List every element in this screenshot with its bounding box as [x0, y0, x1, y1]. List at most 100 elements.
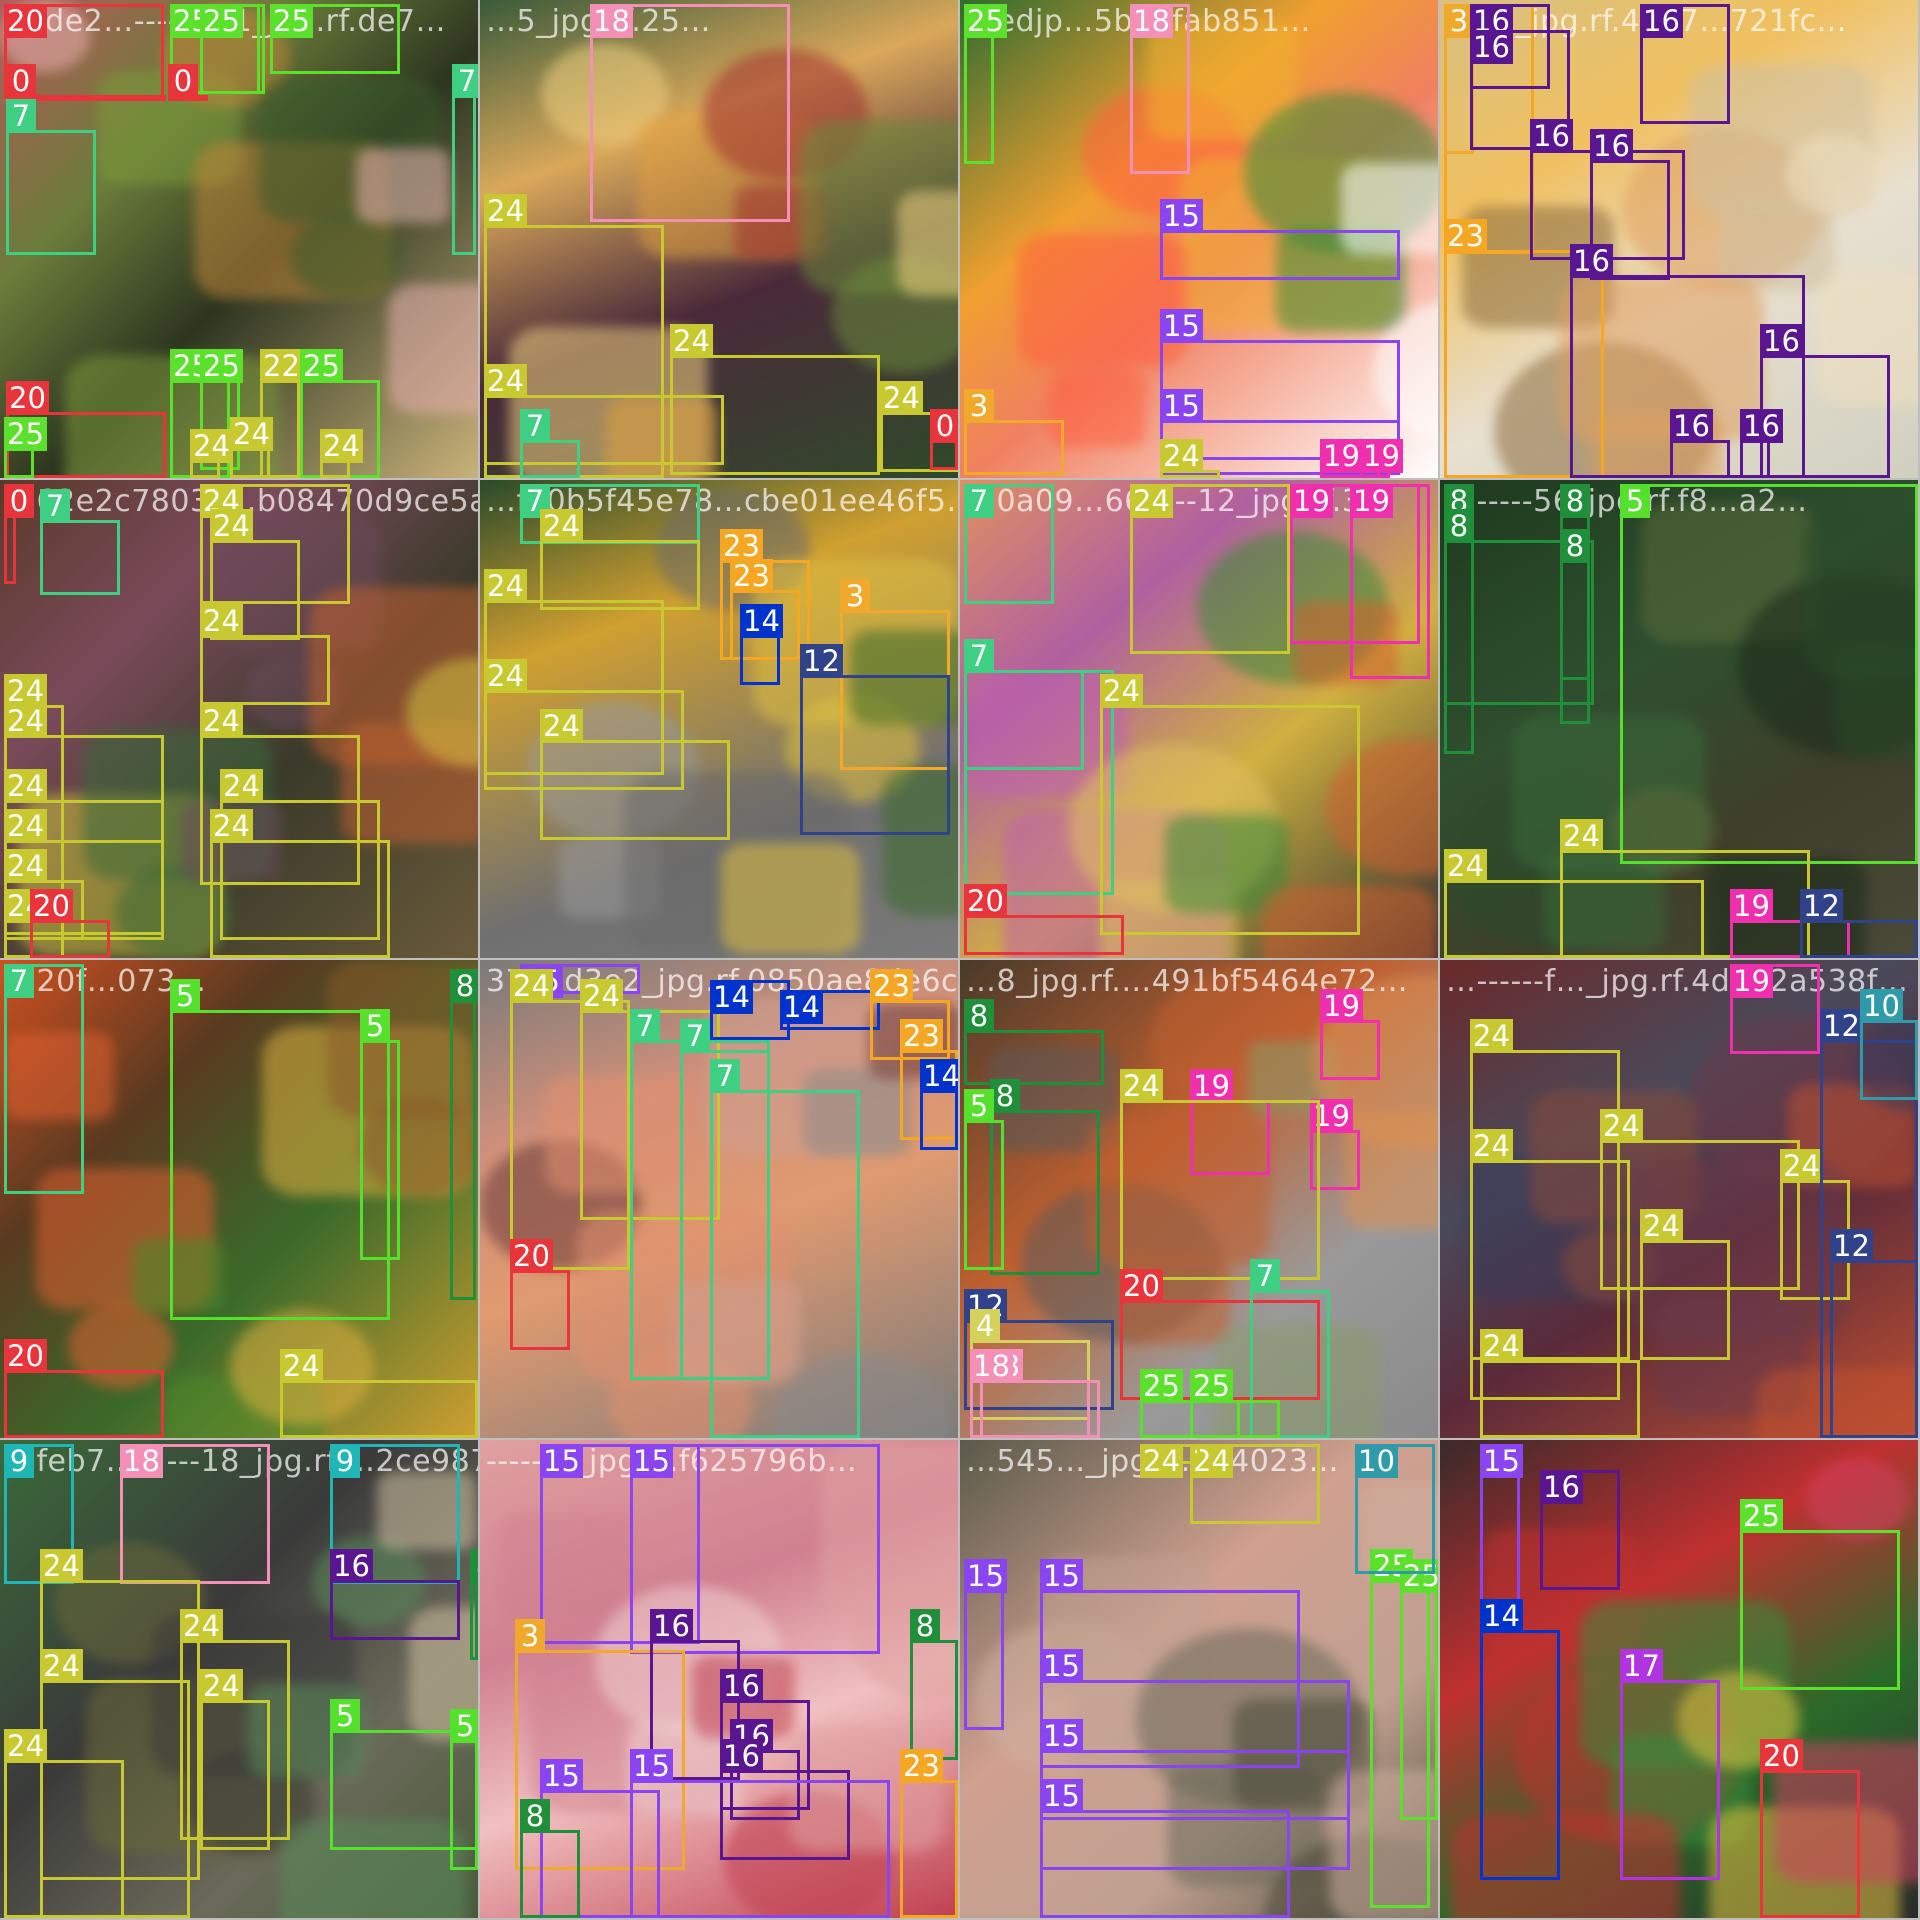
detection-class-label: 16: [1670, 409, 1713, 443]
detection-box: 7: [40, 489, 120, 595]
detection-box: 10: [1860, 989, 1918, 1100]
detection-box: 20: [30, 889, 110, 958]
detection-class-label: 15: [1040, 1779, 1083, 1813]
detection-class-label: 8: [910, 1609, 940, 1643]
detection-box: 16: [1540, 1470, 1620, 1590]
detection-box: 0: [930, 409, 958, 470]
detection-class-label: 5: [1620, 484, 1650, 518]
detection-class-label: 24: [200, 704, 243, 738]
detection-class-label: 24: [1470, 1019, 1513, 1053]
detection-class-label: 24: [1600, 1109, 1643, 1143]
detection-class-label: 8: [450, 969, 478, 1003]
detection-class-label: 15: [630, 1749, 673, 1783]
detection-class-label: 25: [4, 417, 47, 451]
detection-box: 25: [200, 4, 260, 94]
detection-class-label: 25: [200, 349, 243, 383]
mosaic-tile: …0a09…661---12_jpg.rf.3…7771924242019: [960, 480, 1438, 958]
detection-class-label: 8: [964, 999, 994, 1033]
detection-box: 8: [1560, 529, 1590, 680]
detection-class-label: 20: [510, 1239, 553, 1273]
photo-region: [1806, 1458, 1910, 1541]
detection-box: 24: [1130, 484, 1290, 654]
detection-class-label: 24: [510, 969, 553, 1003]
detection-class-label: 12: [1820, 1009, 1863, 1043]
detection-class-label: 25: [270, 4, 313, 38]
detection-box: 16: [1740, 409, 1783, 478]
detection-box: 20: [1760, 1739, 1860, 1918]
detection-class-label: 24: [40, 1649, 83, 1683]
detection-class-label: 15: [1160, 199, 1203, 233]
detection-class-label: 24: [1780, 1149, 1823, 1183]
detection-box: 7: [520, 409, 580, 478]
detection-class-label: 14: [740, 604, 783, 638]
mosaic-tile: …------f…_jpg.rf.4d022a538f… 24 24 24 24 24 24…: [1440, 960, 1918, 1438]
detection-box: 24: [1160, 439, 1220, 478]
detection-class-label: 3: [515, 1619, 545, 1653]
mosaic-tile: ------3_jpg.rf.f625796b…1515316161616151…: [480, 1440, 958, 1918]
tile-filename-caption: …------f…_jpg.rf.4d022a538f…: [1446, 964, 1909, 999]
detection-class-label: 20: [6, 381, 49, 415]
detection-class-label: 16: [650, 1609, 693, 1643]
detection-class-label: 16: [1530, 119, 1573, 153]
detection-class-label: 7: [6, 99, 36, 133]
detection-class-label: 12: [1800, 889, 1843, 923]
detection-box: 3: [964, 389, 1064, 475]
detection-box: 14: [1480, 1599, 1560, 1880]
detection-class-label: 15: [1040, 1649, 1083, 1683]
detection-class-label: 24: [4, 674, 47, 708]
detection-class-label: 7: [964, 484, 994, 518]
photo-region: [388, 284, 478, 414]
detection-box: 16: [1670, 409, 1730, 478]
photo-region: [1050, 370, 1146, 447]
detection-class-label: 25: [964, 4, 1007, 38]
detection-class-label: 15: [540, 1759, 583, 1793]
detection-class-label: 24: [180, 1609, 223, 1643]
detection-box: 15: [1160, 199, 1400, 280]
detection-class-label: 18: [970, 1349, 1013, 1383]
detection-class-label: 24: [230, 417, 273, 451]
detection-box: 24: [4, 1729, 124, 1918]
mosaic-tile: …8_jpg.rf.…491bf5464e72… 8 8 5 19 19 19 24 12 4 18…: [960, 960, 1438, 1438]
detection-class-label: 24: [210, 809, 253, 843]
detection-class-label: 14: [1480, 1599, 1523, 1633]
detection-class-label: 23: [870, 969, 913, 1003]
detection-class-label: 19: [1730, 889, 1773, 923]
detection-class-label: 5: [330, 1699, 360, 1733]
detection-class-label: 10: [1355, 1444, 1398, 1478]
detection-class-label: 8: [1560, 484, 1590, 518]
detection-class-label: 7: [1250, 1259, 1280, 1293]
detection-class-label: 7: [520, 409, 550, 443]
detection-box: 20: [964, 884, 1124, 955]
detection-class-label: 9: [4, 1444, 34, 1478]
photo-region: [356, 148, 450, 223]
mosaic-tile: 15 16 14 17 20 25: [1440, 1440, 1918, 1918]
detection-class-label: 15: [1040, 1719, 1083, 1753]
detection-class-label: 20: [4, 4, 47, 38]
detection-class-label: 25: [1140, 1369, 1183, 1403]
photo-region: [1785, 135, 1884, 214]
detection-class-label: 12: [1830, 1229, 1873, 1263]
detection-class-label: 24: [220, 769, 263, 803]
detection-class-label: 4: [970, 1309, 1000, 1343]
detection-class-label: 24: [1560, 819, 1603, 853]
detection-class-label: 15: [964, 1559, 1007, 1593]
detection-class-label: 24: [1160, 439, 1203, 473]
detection-class-label: 16: [1760, 324, 1803, 358]
detection-box: 24: [1140, 1444, 1200, 1478]
detection-class-label: 5: [964, 1089, 994, 1123]
detection-box: 8: [470, 1549, 478, 1660]
detection-box: 12: [1830, 1229, 1918, 1438]
detection-class-label: 0: [168, 64, 198, 98]
detection-class-label: 8: [470, 1549, 478, 1583]
detection-box: 25: [1740, 1499, 1900, 1690]
detection-class-label: 8: [1560, 529, 1590, 563]
detection-class-label: 24: [4, 769, 47, 803]
mosaic-tile: …5_jpg.rf.25…182424242407: [480, 0, 958, 478]
mosaic-tile: 90de2…-------11_jpg.rf.de7…2025252500772…: [0, 0, 478, 478]
detection-box: 24: [200, 604, 330, 705]
detection-class-label: 3: [840, 579, 870, 613]
detection-class-label: 24: [320, 429, 363, 463]
detection-box: 7: [710, 1059, 860, 1438]
detection-class-label: 24: [210, 509, 253, 543]
detection-box: 19: [1350, 484, 1430, 679]
